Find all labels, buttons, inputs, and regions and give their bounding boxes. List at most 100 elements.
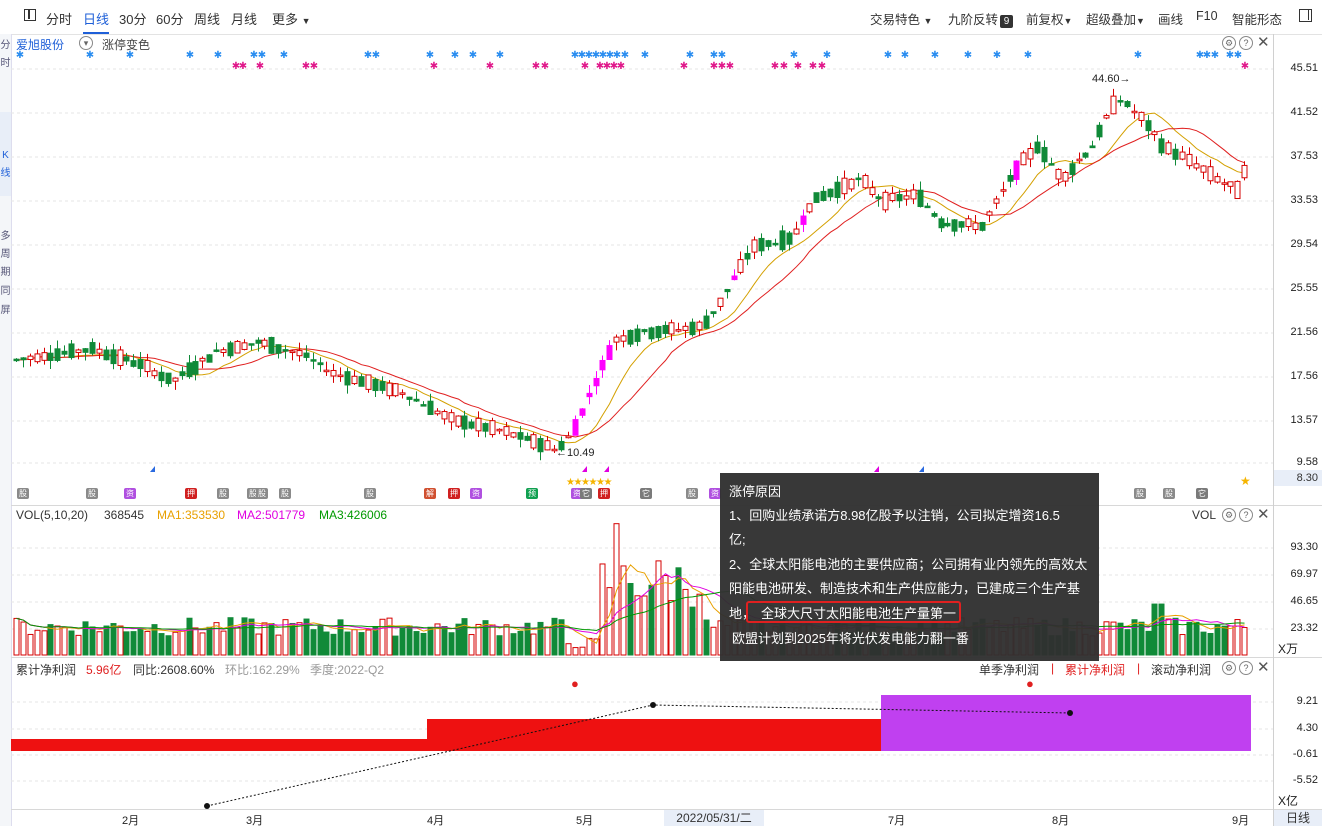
profit-tab-rolling[interactable]: 滚动净利润	[1151, 661, 1211, 678]
event-icon[interactable]: 股	[256, 488, 268, 499]
volume-bar	[710, 626, 717, 656]
profit-y-tick-label: -0.61	[1292, 748, 1318, 760]
event-icon[interactable]: 股	[1163, 488, 1175, 499]
event-icon[interactable]: 它	[640, 488, 652, 499]
candle-body	[662, 324, 669, 334]
candle-body	[206, 354, 213, 363]
volume-bar	[110, 623, 117, 656]
event-flag-icon	[874, 466, 879, 472]
candle-body	[1076, 158, 1083, 162]
event-icon[interactable]: 预	[526, 488, 538, 499]
star-marker-blue: ✱	[718, 50, 726, 61]
event-icon[interactable]: 股	[686, 488, 698, 499]
event-icon[interactable]: 股	[279, 488, 291, 499]
event-icon[interactable]: 押	[185, 488, 197, 499]
volume-bar	[296, 622, 303, 656]
event-icon[interactable]: 它	[580, 488, 592, 499]
event-icon[interactable]: 股	[17, 488, 29, 499]
candle-body	[158, 371, 165, 382]
map-pin-icon[interactable]: ●	[1026, 676, 1034, 691]
candle-body	[634, 328, 641, 342]
vol-label[interactable]: VOL(5,10,20)	[16, 508, 88, 522]
candle-body	[130, 360, 137, 367]
candle-body	[1069, 163, 1076, 175]
event-icon[interactable]: 押	[598, 488, 610, 499]
event-icon[interactable]: 股	[364, 488, 376, 499]
event-icon[interactable]: 股	[1134, 488, 1146, 499]
settings-icon[interactable]: ⚙	[1222, 661, 1236, 675]
pane-divider[interactable]	[11, 657, 1322, 658]
volume-bar	[82, 621, 89, 656]
volume-bar	[544, 626, 551, 656]
star-marker-blue: ✱	[641, 50, 649, 61]
star-icon: ★	[604, 477, 613, 488]
star-icon[interactable]: ★	[1240, 474, 1251, 488]
candle-body	[579, 408, 586, 416]
volume-bar	[441, 626, 448, 656]
volume-bar	[1214, 624, 1221, 656]
candle-body	[213, 349, 220, 352]
event-icon[interactable]: 它	[1196, 488, 1208, 499]
help-icon[interactable]: ?	[1239, 508, 1253, 522]
candle-body	[717, 297, 724, 307]
star-marker-pink: ✱	[680, 61, 688, 72]
candle-body	[599, 359, 606, 371]
volume-bar	[75, 634, 82, 656]
volume-bar	[551, 617, 558, 656]
candle-body	[54, 348, 61, 361]
volume-bar	[648, 584, 655, 656]
volume-bar	[289, 622, 296, 656]
candle-body	[772, 242, 779, 246]
close-icon[interactable]: ✕	[1257, 658, 1270, 676]
volume-bar	[365, 629, 372, 656]
pane-divider[interactable]	[11, 505, 1322, 506]
profit-label[interactable]: 累计净利润	[16, 661, 76, 678]
candle-body	[586, 392, 593, 398]
map-pin-icon[interactable]: ●	[571, 676, 579, 691]
candle-body	[1110, 95, 1117, 115]
event-icon[interactable]: 资	[470, 488, 482, 499]
star-marker-blue: ✱	[426, 50, 434, 61]
volume-bar	[379, 618, 386, 656]
star-marker-blue: ✱	[1134, 50, 1142, 61]
volume-bar	[34, 629, 41, 656]
candle-body	[862, 175, 869, 189]
volume-bar	[641, 595, 648, 656]
profit-tab-cumulative[interactable]: 累计净利润	[1065, 661, 1125, 678]
candle-body	[482, 423, 489, 432]
event-icon[interactable]: 解	[424, 488, 436, 499]
y-tick-label: 33.53	[1290, 194, 1318, 206]
event-flag-icon	[919, 466, 924, 472]
star-marker-pink: ✱	[486, 61, 494, 72]
candle-body	[1034, 141, 1041, 154]
candle-body	[1234, 180, 1241, 200]
settings-icon[interactable]: ⚙	[1222, 508, 1236, 522]
candle-body	[255, 339, 262, 344]
candle-body	[938, 218, 945, 229]
candle-body	[593, 378, 600, 387]
volume-bar	[20, 621, 27, 656]
event-icon[interactable]: 资	[124, 488, 136, 499]
vol-ma2: MA2:501779	[237, 508, 306, 522]
candle-body	[1186, 153, 1193, 167]
event-icon[interactable]: 押	[448, 488, 460, 499]
kline-chart[interactable]: ✱ ✱ ✱ ✱ ✱ ✱ ✱ ✱ ✱ ✱ ✱ ✱ ✱ ✱ ✱✱✱✱✱✱✱ ✱ ✱ ✱ ✱ ✱ ✱ ✱ ✱ ✱ ✱ ✱ ✱ ✱ ✱ ✱✱ ✱ ✱ ✱…	[0, 0, 1322, 826]
event-icon[interactable]: 股	[86, 488, 98, 499]
candle-body	[524, 435, 531, 441]
close-icon[interactable]: ✕	[1257, 505, 1270, 523]
volume-bar	[172, 631, 179, 656]
volume-bar	[144, 630, 151, 656]
volume-bar	[572, 647, 579, 656]
candle-body	[386, 382, 393, 397]
help-icon[interactable]: ?	[1239, 661, 1253, 675]
event-icon[interactable]: 股	[217, 488, 229, 499]
volume-bar	[593, 638, 600, 656]
candle-body	[413, 398, 420, 402]
star-marker-blue: ✱	[1024, 50, 1032, 61]
volume-bar	[427, 626, 434, 656]
volume-bar	[103, 625, 110, 656]
star-marker-blue: ✱	[469, 50, 477, 61]
candle-body	[96, 348, 103, 354]
candle-body	[34, 353, 41, 363]
candle-body	[379, 381, 386, 391]
